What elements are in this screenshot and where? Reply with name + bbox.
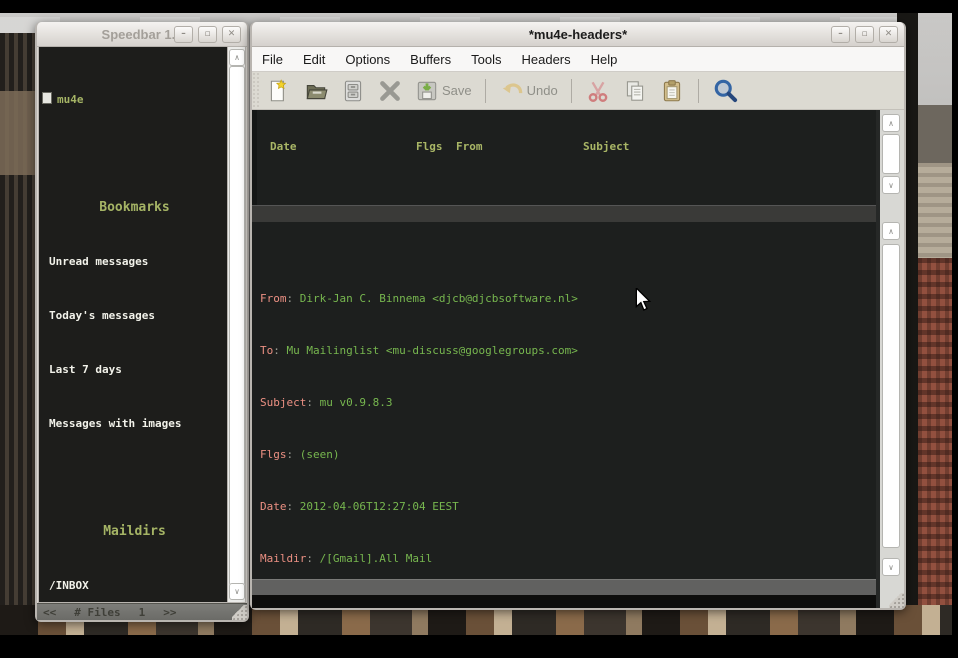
- save-label: Save: [442, 83, 472, 98]
- maximize-icon[interactable]: ▫: [198, 26, 217, 43]
- mu4e-view-pane: From: Dirk-Jan C. Binnema <djcb@djcbsoft…: [252, 222, 876, 579]
- speedbar-nav-back[interactable]: <<: [43, 606, 56, 619]
- scroll-up-icon[interactable]: ∧: [882, 114, 900, 132]
- speedbar-files-label[interactable]: # Files: [74, 606, 120, 619]
- speedbar-entry[interactable]: Unread messages: [42, 255, 227, 269]
- desktop: Speedbar 1.0 – ▫ ✕ mu4e Bookmarks Unread…: [0, 0, 958, 658]
- message-header-field: From: Dirk-Jan C. Binnema <djcb@djcbsoft…: [260, 292, 876, 305]
- tool-bar: Save Undo: [252, 72, 904, 110]
- close-buffer-button[interactable]: [375, 76, 405, 106]
- emacs-scrollbar-column: ∧ ∨ ∧ ∨: [876, 110, 904, 608]
- emacs-titlebar[interactable]: *mu4e-headers* – ▫ ✕: [252, 22, 904, 47]
- undo-icon: [499, 78, 525, 104]
- menu-item[interactable]: Tools: [461, 49, 511, 70]
- menu-item[interactable]: Headers: [511, 49, 580, 70]
- menu-item[interactable]: Options: [335, 49, 400, 70]
- mu4e-view-modeline: U:%*-*mu4e-view*Top L1(mu4e:view): [252, 579, 876, 595]
- close-icon[interactable]: ✕: [879, 26, 898, 43]
- speedbar-entry[interactable]: Maildirs: [42, 525, 227, 539]
- message-header-field: Date: 2012-04-06T12:27:04 EEST: [260, 500, 876, 513]
- speedbar-nav-forward[interactable]: >>: [163, 606, 176, 619]
- menu-item[interactable]: Help: [581, 49, 628, 70]
- scroll-up-icon[interactable]: ∧: [882, 222, 900, 240]
- paste-button[interactable]: [657, 76, 687, 106]
- speedbar-entry[interactable]: /INBOX: [42, 579, 227, 593]
- speedbar-entry[interactable]: Last 7 days: [42, 363, 227, 377]
- speedbar-window: Speedbar 1.0 – ▫ ✕ mu4e Bookmarks Unread…: [35, 22, 249, 622]
- speedbar-scrollbar[interactable]: ∧ ∨: [227, 47, 245, 602]
- emacs-window-title: *mu4e-headers*: [252, 27, 904, 42]
- message-header-field: Subject: mu v0.9.8.3: [260, 396, 876, 409]
- column-subject[interactable]: Subject: [583, 140, 876, 153]
- menu-bar: File Edit Options Buffers Tools Headers …: [252, 47, 904, 72]
- toolbar-separator: [698, 79, 699, 103]
- scrollbar-thumb[interactable]: [882, 244, 900, 548]
- new-file-button[interactable]: [264, 76, 294, 106]
- message-header-field: To: Mu Mailinglist <mu-discuss@googlegro…: [260, 344, 876, 357]
- mu4e-headers-modeline: U:%*-*mu4e-headers*All L1(mu4e-headers B…: [252, 205, 876, 222]
- resize-grip[interactable]: [889, 593, 904, 608]
- mouse-cursor: [634, 288, 652, 312]
- scroll-down-icon[interactable]: ∨: [882, 558, 900, 576]
- minimize-icon[interactable]: –: [831, 26, 850, 43]
- toolbar-separator: [485, 79, 486, 103]
- save-button[interactable]: Save: [412, 76, 474, 106]
- menu-item[interactable]: Buffers: [400, 49, 461, 70]
- save-icon: [414, 78, 440, 104]
- menu-item[interactable]: Edit: [293, 49, 335, 70]
- search-icon: [712, 77, 739, 104]
- speedbar-tree: mu4e Bookmarks Unread messages Today's m…: [39, 47, 227, 602]
- speedbar-entry[interactable]: Today's messages: [42, 309, 227, 323]
- copy-button[interactable]: [620, 76, 650, 106]
- headers-rows: 2012-04-06 12:27:04 S Dirk-Jan C. Binnem…: [257, 179, 876, 205]
- echo-area[interactable]: [252, 595, 876, 608]
- speedbar-entry[interactable]: [42, 147, 227, 161]
- message-header-fields: From: Dirk-Jan C. Binnema <djcb@djcbsoft…: [260, 253, 876, 579]
- message-header-field: Flgs: (seen): [260, 448, 876, 461]
- mu4e-headers-pane: Date Flgs From Subject 2012-04-06 12:27:…: [252, 110, 876, 205]
- speedbar-titlebar[interactable]: Speedbar 1.0 – ▫ ✕: [37, 22, 247, 47]
- maximize-icon[interactable]: ▫: [855, 26, 874, 43]
- cut-button[interactable]: [583, 76, 613, 106]
- emacs-window: *mu4e-headers* – ▫ ✕ File Edit Options B…: [250, 22, 906, 610]
- search-button[interactable]: [710, 75, 741, 106]
- wallpaper-building: [0, 91, 36, 175]
- undo-label: Undo: [527, 83, 558, 98]
- new-file-icon: [266, 78, 292, 104]
- minimize-icon[interactable]: –: [174, 26, 193, 43]
- wallpaper-building: [918, 258, 952, 635]
- headers-columns: Date Flgs From Subject: [257, 140, 876, 153]
- message-header-field: Maildir: /[Gmail].All Mail: [260, 552, 876, 565]
- toolbar-separator: [571, 79, 572, 103]
- scroll-up-icon[interactable]: ∧: [229, 49, 245, 66]
- resize-grip[interactable]: [232, 605, 247, 620]
- scroll-down-icon[interactable]: ∨: [882, 176, 900, 194]
- speedbar-entry[interactable]: Bookmarks: [42, 201, 227, 215]
- scroll-down-icon[interactable]: ∨: [229, 583, 245, 600]
- speedbar-entry[interactable]: Messages with images: [42, 417, 227, 431]
- close-x-icon: [377, 78, 403, 104]
- column-flags[interactable]: Flgs: [416, 140, 456, 153]
- wallpaper-building: [918, 105, 952, 167]
- file-cabinet-icon: [340, 78, 366, 104]
- column-from[interactable]: From: [456, 140, 583, 153]
- file-cabinet-button[interactable]: [338, 76, 368, 106]
- speedbar-entry[interactable]: [42, 471, 227, 485]
- scrollbar-thumb[interactable]: [882, 134, 900, 174]
- menu-item[interactable]: File: [252, 49, 293, 70]
- undo-button[interactable]: Undo: [497, 76, 560, 106]
- scrollbar-thumb[interactable]: [229, 66, 245, 586]
- copy-icon: [622, 78, 648, 104]
- speedbar-entry[interactable]: mu4e: [42, 92, 227, 107]
- cut-scissors-icon: [585, 78, 611, 104]
- column-date[interactable]: Date: [257, 140, 416, 153]
- paste-clipboard-icon: [659, 78, 685, 104]
- open-folder-icon: [303, 78, 329, 104]
- wallpaper-building: [918, 163, 952, 259]
- open-folder-button[interactable]: [301, 76, 331, 106]
- speedbar-files-count: 1: [139, 606, 146, 619]
- speedbar-status-bar: << # Files 1 >>: [37, 603, 247, 620]
- close-icon[interactable]: ✕: [222, 26, 241, 43]
